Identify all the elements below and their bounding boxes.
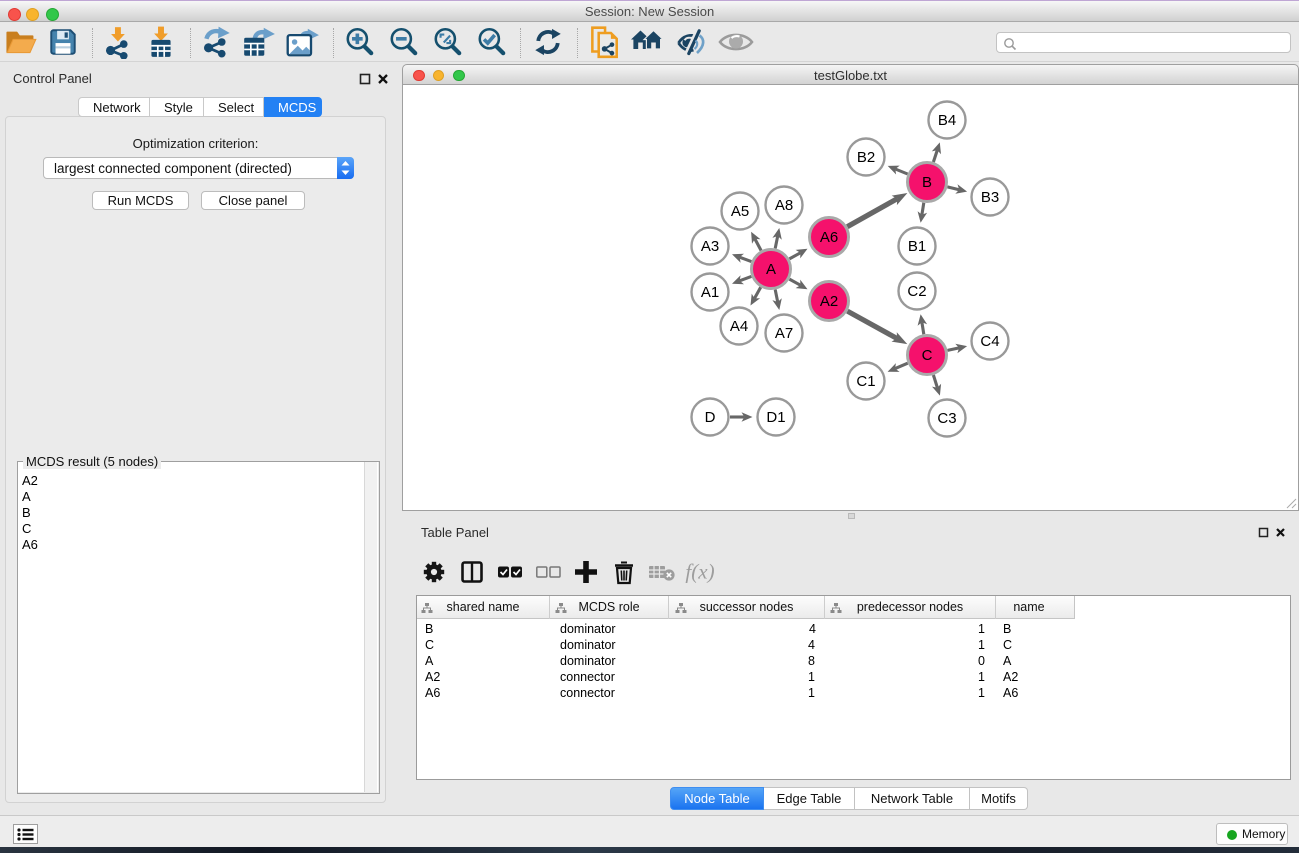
svg-text:A2: A2 <box>820 293 838 310</box>
svg-text:C3: C3 <box>937 410 956 427</box>
svg-text:B3: B3 <box>981 189 999 206</box>
svg-text:A8: A8 <box>775 197 793 214</box>
svg-text:A: A <box>766 261 776 278</box>
svg-text:B: B <box>922 174 932 191</box>
svg-text:B4: B4 <box>938 112 956 129</box>
svg-text:A5: A5 <box>731 203 749 220</box>
svg-text:C1: C1 <box>856 373 875 390</box>
svg-text:C: C <box>922 347 933 364</box>
svg-text:A7: A7 <box>775 325 793 342</box>
svg-text:A3: A3 <box>701 238 719 255</box>
svg-text:A1: A1 <box>701 284 719 301</box>
svg-text:A6: A6 <box>820 229 838 246</box>
svg-text:A4: A4 <box>730 318 748 335</box>
svg-text:C4: C4 <box>980 333 999 350</box>
svg-text:D1: D1 <box>766 409 785 426</box>
svg-text:C2: C2 <box>907 283 926 300</box>
svg-text:D: D <box>705 409 716 426</box>
svg-text:B2: B2 <box>857 149 875 166</box>
svg-text:B1: B1 <box>908 238 926 255</box>
